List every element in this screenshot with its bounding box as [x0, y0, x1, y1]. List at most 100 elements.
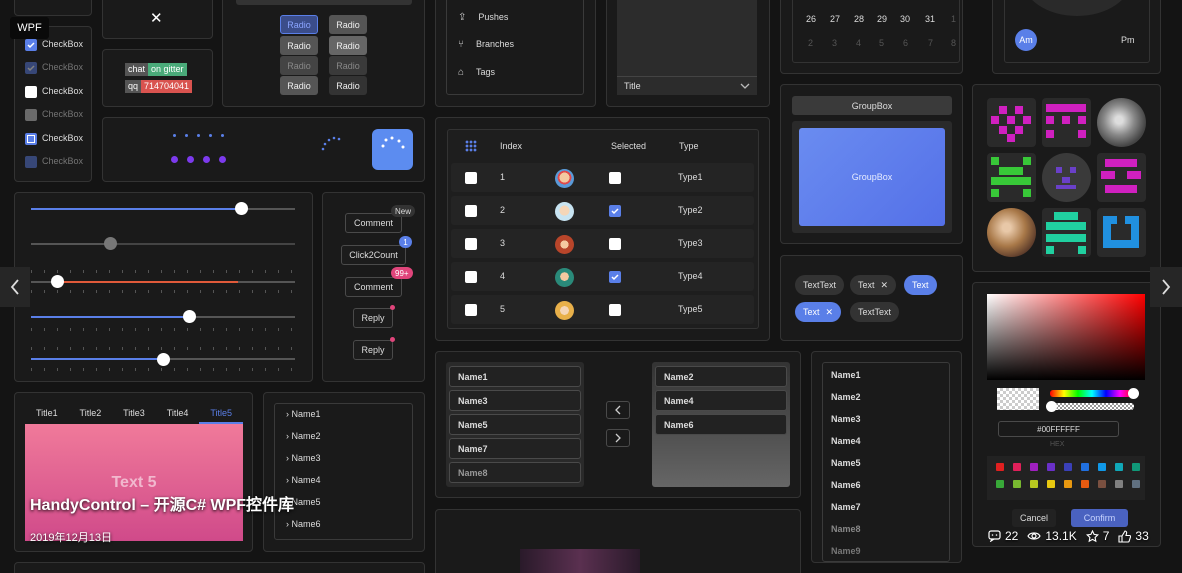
- column-header[interactable]: Type: [679, 141, 699, 151]
- calendar-day[interactable]: 7: [928, 38, 933, 48]
- slider-thumb[interactable]: [235, 202, 248, 215]
- tag[interactable]: Text ✕: [795, 302, 842, 322]
- color-swatch[interactable]: [1013, 480, 1021, 488]
- tag[interactable]: TextText: [850, 302, 900, 322]
- color-swatch[interactable]: [1132, 463, 1140, 471]
- color-swatch[interactable]: [1132, 480, 1140, 488]
- checkbox-item[interactable]: CheckBox: [25, 85, 87, 101]
- row-checkbox[interactable]: [465, 271, 477, 283]
- table-row[interactable]: 5 Type5: [451, 295, 754, 324]
- color-swatch[interactable]: [1115, 480, 1123, 488]
- table-row[interactable]: 4 Type4: [451, 262, 754, 291]
- row-checkbox[interactable]: [465, 172, 477, 184]
- carousel-next-button[interactable]: [1150, 267, 1182, 307]
- calendar-day[interactable]: 8: [951, 38, 956, 48]
- reply-button[interactable]: Reply: [353, 308, 393, 328]
- post-title[interactable]: HandyControl – 开源C# WPF控件库: [30, 491, 294, 515]
- selected-checkbox[interactable]: [609, 205, 621, 217]
- tree-item[interactable]: › Name4: [286, 475, 321, 485]
- color-swatch[interactable]: [996, 480, 1004, 488]
- tab[interactable]: Title2: [69, 405, 113, 424]
- tag[interactable]: TextText: [795, 275, 845, 295]
- menu-item-tags[interactable]: ⌂ Tags: [458, 65, 495, 79]
- click2count-button[interactable]: Click2Count: [341, 245, 406, 265]
- menu-item-branches[interactable]: ⑂ Branches: [458, 37, 514, 51]
- carousel-prev-button[interactable]: [0, 267, 30, 307]
- alpha-slider[interactable]: [1050, 403, 1134, 410]
- hue-thumb[interactable]: [1128, 388, 1139, 399]
- saturation-panel[interactable]: [987, 294, 1145, 380]
- selected-checkbox[interactable]: [609, 271, 621, 283]
- slider-thumb[interactable]: [183, 310, 196, 323]
- table-row[interactable]: 1 Type1: [451, 163, 754, 192]
- radio-button[interactable]: Radio: [280, 76, 318, 95]
- hue-slider[interactable]: [1050, 390, 1134, 397]
- transfer-item[interactable]: Name4: [655, 390, 787, 411]
- gitter-chip[interactable]: chat on gitter: [125, 63, 187, 76]
- row-checkbox[interactable]: [465, 205, 477, 217]
- calendar-day[interactable]: 29: [877, 14, 887, 24]
- transfer-item[interactable]: Name5: [449, 414, 581, 435]
- radio-button[interactable]: Radio: [280, 36, 318, 55]
- tab[interactable]: Title3: [112, 405, 156, 424]
- list-item[interactable]: Name6: [831, 480, 861, 490]
- close-icon[interactable]: ✕: [150, 9, 163, 27]
- radio-button[interactable]: Radio: [280, 15, 318, 34]
- close-icon[interactable]: ✕: [881, 280, 889, 291]
- checkbox-item[interactable]: CheckBox: [25, 132, 87, 148]
- am-button[interactable]: Am: [1015, 29, 1037, 51]
- checkbox-unchecked[interactable]: [25, 86, 37, 98]
- comment-stat[interactable]: 22: [988, 529, 1018, 543]
- menu-item-pushes[interactable]: ⇪ Pushes: [458, 10, 508, 24]
- calendar-day[interactable]: 30: [900, 14, 910, 24]
- calendar-day[interactable]: 5: [879, 38, 884, 48]
- star-stat[interactable]: 7: [1085, 529, 1109, 543]
- color-swatch[interactable]: [1030, 480, 1038, 488]
- selected-checkbox[interactable]: [609, 238, 621, 250]
- tree-item[interactable]: › Name1: [286, 409, 321, 419]
- color-mode-label[interactable]: HEX: [1050, 441, 1064, 448]
- list-item[interactable]: Name8: [831, 524, 861, 534]
- color-swatch[interactable]: [1064, 480, 1072, 488]
- calendar-day[interactable]: 2: [808, 38, 813, 48]
- tab-selected[interactable]: Title5: [199, 405, 243, 424]
- column-header[interactable]: Selected: [611, 141, 646, 151]
- selected-checkbox[interactable]: [609, 304, 621, 316]
- transfer-item[interactable]: Name3: [449, 390, 581, 411]
- column-header[interactable]: Index: [500, 141, 522, 151]
- selected-checkbox[interactable]: [609, 172, 621, 184]
- cancel-button[interactable]: Cancel: [1012, 509, 1056, 527]
- color-swatch[interactable]: [1098, 463, 1106, 471]
- list-item[interactable]: Name5: [831, 458, 861, 468]
- pm-button[interactable]: Pm: [1121, 35, 1135, 45]
- tag[interactable]: Text: [904, 275, 937, 295]
- calendar-day[interactable]: 3: [832, 38, 837, 48]
- calendar-day[interactable]: 27: [830, 14, 840, 24]
- table-row[interactable]: 3 Type3: [451, 229, 754, 258]
- transfer-item[interactable]: Name2: [655, 366, 787, 387]
- color-swatch[interactable]: [1098, 480, 1106, 488]
- comment-button[interactable]: Comment: [345, 277, 402, 297]
- close-icon[interactable]: ✕: [826, 307, 834, 318]
- qq-chip[interactable]: qq 714704041: [125, 80, 193, 93]
- slider-thumb[interactable]: [157, 353, 170, 366]
- radio-button[interactable]: Radio: [329, 36, 367, 55]
- color-swatch[interactable]: [1013, 463, 1021, 471]
- color-swatch[interactable]: [1081, 463, 1089, 471]
- tree-item[interactable]: › Name2: [286, 431, 321, 441]
- calendar-day[interactable]: 6: [903, 38, 908, 48]
- list-item[interactable]: Name3: [831, 414, 861, 424]
- move-left-button[interactable]: [606, 401, 630, 419]
- color-swatch[interactable]: [1081, 480, 1089, 488]
- color-swatch[interactable]: [996, 463, 1004, 471]
- list-item[interactable]: Name4: [831, 436, 861, 446]
- calendar-day[interactable]: 31: [925, 14, 935, 24]
- row-checkbox[interactable]: [465, 304, 477, 316]
- move-right-button[interactable]: [606, 429, 630, 447]
- list-item[interactable]: Name1: [831, 370, 861, 380]
- tree-item[interactable]: › Name3: [286, 453, 321, 463]
- transfer-item[interactable]: Name6: [655, 414, 787, 435]
- list-item[interactable]: Name7: [831, 502, 861, 512]
- tab[interactable]: Title1: [25, 405, 69, 424]
- confirm-button[interactable]: Confirm: [1071, 509, 1128, 527]
